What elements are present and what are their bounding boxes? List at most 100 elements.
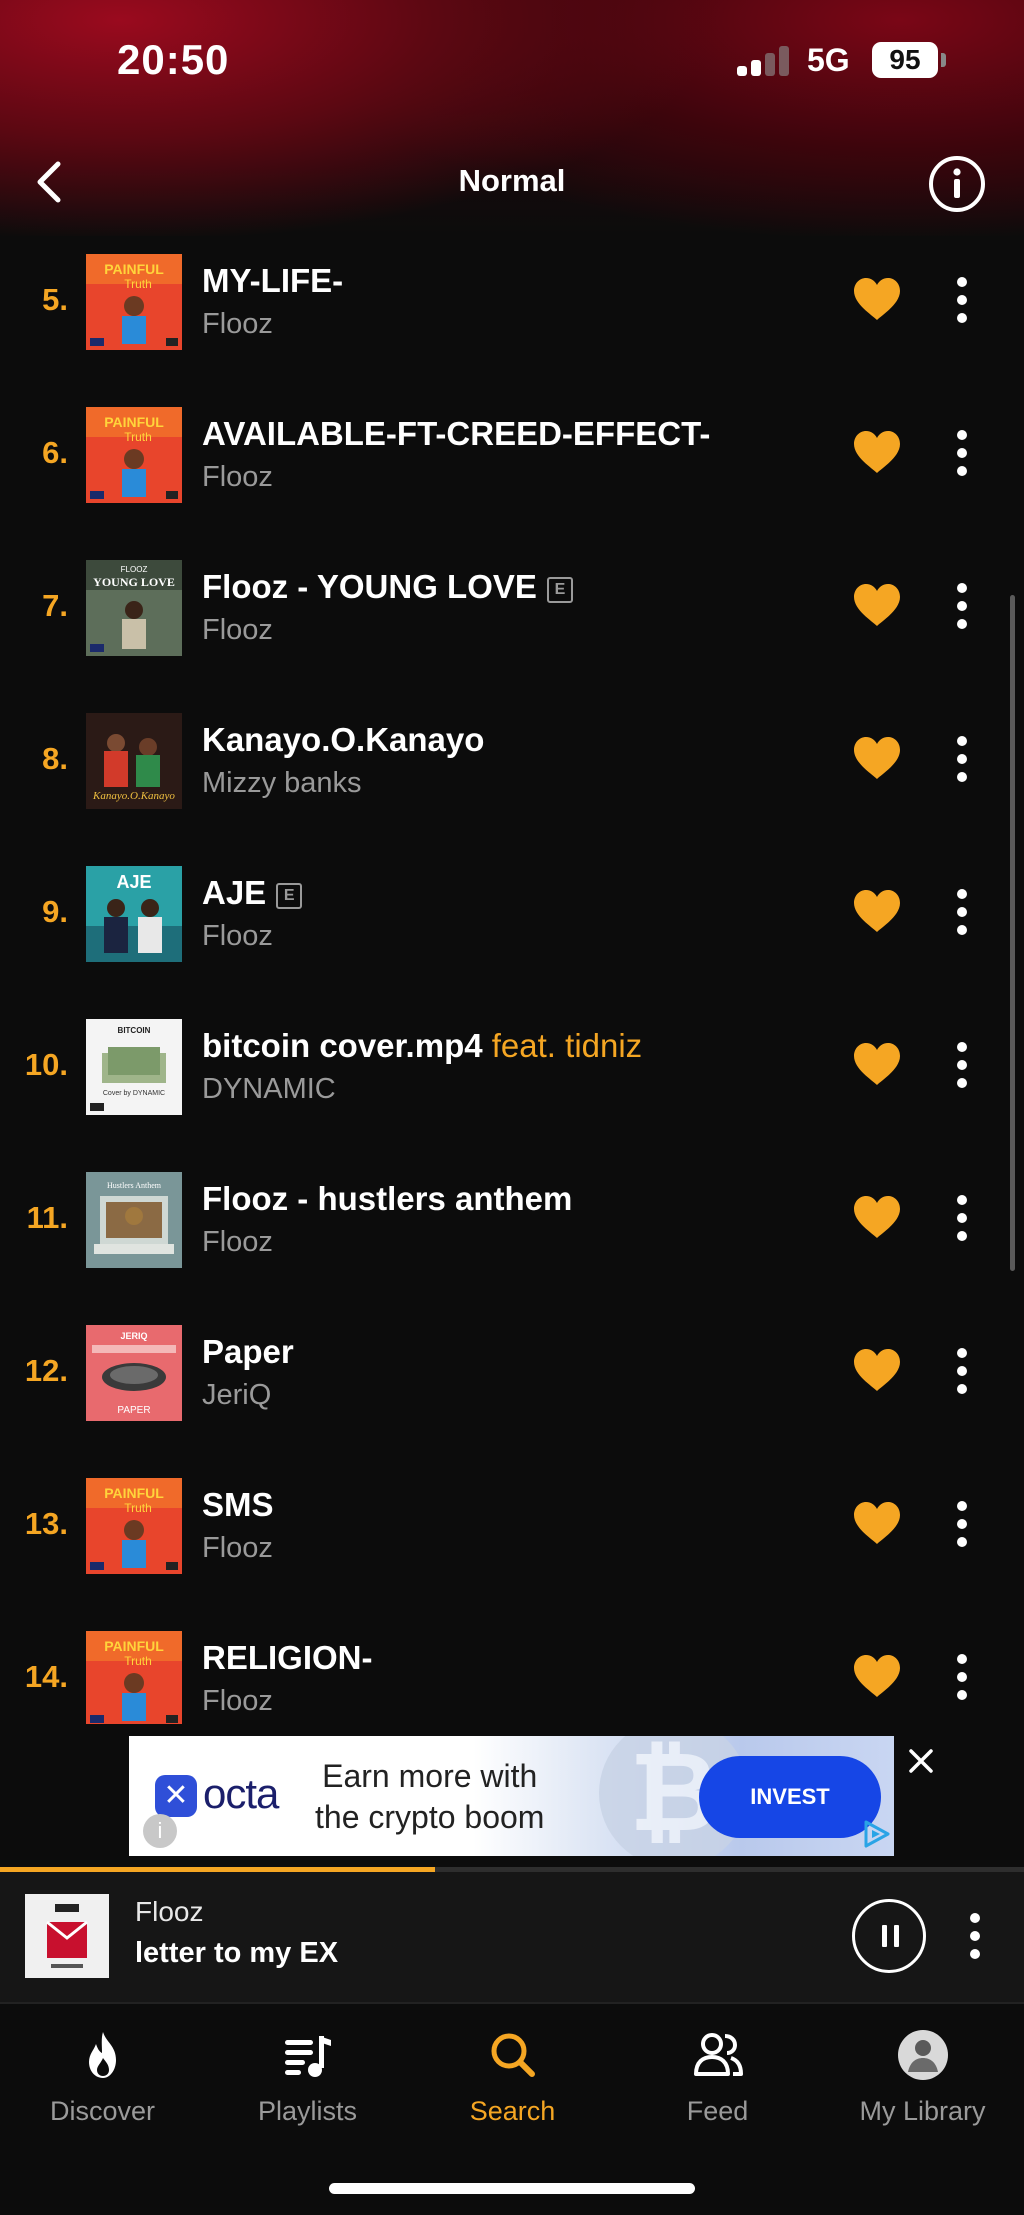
track-row[interactable]: 13. PAINFUL Truth SMS Flooz <box>0 1460 1024 1613</box>
svg-text:JERIQ: JERIQ <box>120 1331 147 1341</box>
info-button[interactable] <box>928 155 986 213</box>
battery-tip <box>941 53 946 67</box>
heart-icon[interactable] <box>852 1500 902 1546</box>
track-row[interactable]: 7. FLOOZ YOUNG LOVE Flooz - YOUNG LOVE E Floo… <box>0 542 1024 695</box>
svg-text:PAINFUL: PAINFUL <box>104 414 164 430</box>
home-indicator[interactable] <box>329 2183 695 2194</box>
ad-close-icon[interactable] <box>906 1746 936 1776</box>
nav-label-my-library: My Library <box>859 2096 986 2126</box>
svg-text:Truth: Truth <box>124 277 152 291</box>
track-row[interactable]: 5. PAINFUL Truth MY-LIFE- Flooz <box>0 236 1024 389</box>
track-row[interactable]: 8. Kanayo.O.Kanayo Kanayo.O.Kanayo Mizzy ba… <box>0 695 1024 848</box>
ad-cta-button[interactable]: INVEST <box>699 1756 881 1838</box>
search-icon <box>491 2033 535 2077</box>
more-options-icon[interactable] <box>947 1190 977 1246</box>
track-title-text: Flooz - YOUNG LOVE <box>202 568 537 605</box>
track-row[interactable]: 11. Hustlers Anthem Flooz - hustlers anthe… <box>0 1154 1024 1307</box>
more-options-icon[interactable] <box>947 425 977 481</box>
heart-icon[interactable] <box>852 429 902 475</box>
svg-text:PAINFUL: PAINFUL <box>104 1638 164 1654</box>
ad-info-icon[interactable]: i <box>143 1814 177 1848</box>
track-number: 10. <box>24 1047 68 1082</box>
more-options-icon[interactable] <box>962 1908 988 1964</box>
network-type: 5G <box>807 42 850 78</box>
track-row[interactable]: 12. JERIQ PAPER Paper JeriQ <box>0 1307 1024 1460</box>
more-options-icon[interactable] <box>947 884 977 940</box>
track-number: 7. <box>42 588 68 623</box>
svg-text:Truth: Truth <box>124 1654 152 1668</box>
pause-button[interactable] <box>852 1899 926 1973</box>
svg-text:FLOOZ: FLOOZ <box>121 565 148 574</box>
track-cover-art: Hustlers Anthem <box>86 1172 182 1268</box>
more-options-icon[interactable] <box>947 272 977 328</box>
track-cover-art: PAINFUL Truth <box>86 254 182 350</box>
track-title: AJE E <box>202 874 303 912</box>
ad-banner[interactable]: ₿ ✕ octa Earn more with the crypto boom … <box>129 1736 894 1856</box>
svg-text:PAINFUL: PAINFUL <box>104 261 164 277</box>
track-row[interactable]: 9. AJE AJE E Flooz <box>0 848 1024 1001</box>
track-title: SMS <box>202 1486 274 1524</box>
nav-my-library[interactable]: My Library <box>820 2028 1024 2138</box>
svg-text:Hustlers Anthem: Hustlers Anthem <box>107 1181 162 1190</box>
track-number: 13. <box>24 1506 68 1541</box>
more-options-icon[interactable] <box>947 1037 977 1093</box>
track-artist: DYNAMIC <box>202 1073 336 1105</box>
track-number: 11. <box>26 1200 68 1235</box>
track-row[interactable]: 14. PAINFUL Truth RELIGION- Flooz <box>0 1613 1024 1724</box>
more-options-icon[interactable] <box>947 731 977 787</box>
ad-headline-line1: Earn more with <box>322 1758 538 1794</box>
scrollbar[interactable] <box>1010 595 1015 1271</box>
track-artist: Flooz <box>202 614 273 646</box>
svg-text:PAINFUL: PAINFUL <box>104 1485 164 1501</box>
heart-icon[interactable] <box>852 582 902 628</box>
nav-search[interactable]: Search <box>410 2028 615 2138</box>
svg-text:Truth: Truth <box>124 430 152 444</box>
heart-icon[interactable] <box>852 1194 902 1240</box>
svg-text:Kanayo.O.Kanayo: Kanayo.O.Kanayo <box>92 790 175 802</box>
more-options-icon[interactable] <box>947 578 977 634</box>
track-artist: Flooz <box>202 308 273 340</box>
heart-icon[interactable] <box>852 888 902 934</box>
track-cover-art: AJE <box>86 866 182 962</box>
track-list[interactable]: 5. PAINFUL Truth MY-LIFE- Flooz 6. PAINFUL Trut… <box>0 236 1024 1724</box>
svg-text:PAPER: PAPER <box>117 1405 150 1416</box>
heart-icon[interactable] <box>852 735 902 781</box>
more-options-icon[interactable] <box>947 1343 977 1399</box>
track-number: 5. <box>42 282 68 317</box>
track-title-text: AVAILABLE-FT-CREED-EFFECT- <box>202 415 711 452</box>
nav-label-search: Search <box>469 2096 556 2126</box>
track-title-text: Flooz - hustlers anthem <box>202 1180 573 1217</box>
info-icon <box>929 156 985 212</box>
heart-icon[interactable] <box>852 1347 902 1393</box>
track-row[interactable]: 6. PAINFUL Truth AVAILABLE-FT-CREED-EFFECT-… <box>0 389 1024 542</box>
mini-player[interactable]: Flooz letter to my EX <box>0 1872 1024 2002</box>
track-title: Kanayo.O.Kanayo <box>202 721 484 759</box>
track-title-text: MY-LIFE- <box>202 262 344 299</box>
adchoices-icon[interactable] <box>860 1818 892 1850</box>
pause-icon-bar-left <box>882 1925 887 1947</box>
explicit-icon: E <box>276 883 303 909</box>
heart-icon[interactable] <box>852 1041 902 1087</box>
explicit-icon: E <box>546 577 573 603</box>
nav-feed[interactable]: Feed <box>615 2028 820 2138</box>
heart-icon[interactable] <box>852 276 902 322</box>
track-cover-art: Kanayo.O.Kanayo <box>86 713 182 809</box>
track-title: Paper <box>202 1333 294 1371</box>
nav-discover[interactable]: Discover <box>0 2028 205 2138</box>
track-title-text: AJE <box>202 874 267 911</box>
more-options-icon[interactable] <box>947 1496 977 1552</box>
status-time: 20:50 <box>117 36 230 83</box>
track-row[interactable]: 10. BITCOIN Cover by DYNAMIC bitcoin cover.… <box>0 1001 1024 1154</box>
octa-logo-icon: ✕ <box>155 1775 197 1817</box>
ad-area: ₿ ✕ octa Earn more with the crypto boom … <box>0 1724 1024 1867</box>
track-cover-art: BITCOIN Cover by DYNAMIC <box>86 1019 182 1115</box>
more-options-icon[interactable] <box>947 1649 977 1705</box>
track-title: Flooz - hustlers anthem <box>202 1180 572 1218</box>
header: 20:50 5G 95 Normal <box>0 0 1024 236</box>
now-playing-artist: Flooz <box>135 1896 204 1927</box>
track-number: 9. <box>42 894 68 929</box>
heart-icon[interactable] <box>852 1653 902 1699</box>
track-number: 14. <box>24 1659 68 1694</box>
nav-label-feed: Feed <box>686 2096 749 2126</box>
nav-playlists[interactable]: Playlists <box>205 2028 410 2138</box>
